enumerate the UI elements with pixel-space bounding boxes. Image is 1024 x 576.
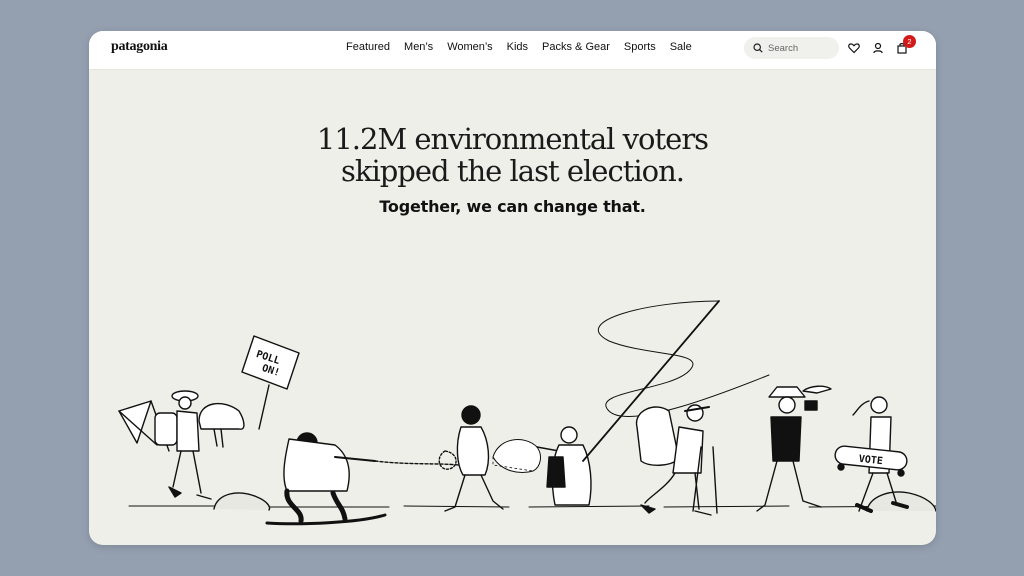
cart-count-badge: 2 [903, 35, 916, 48]
backpacker [635, 404, 718, 516]
search-icon [753, 43, 763, 53]
nav-kids[interactable]: Kids [507, 41, 528, 53]
account-icon[interactable] [871, 41, 885, 55]
patagonia-logo[interactable]: patagonia [111, 39, 168, 55]
top-navbar: patagonia Featured Men’s Women’s Kids Pa… [89, 31, 936, 70]
hero-subheadline: Together, we can change that. [379, 197, 646, 216]
rope [374, 460, 460, 466]
photographer [756, 385, 832, 512]
nav-mens[interactable]: Men’s [404, 41, 433, 53]
search-placeholder: Search [768, 42, 799, 54]
angler [492, 300, 770, 506]
rock-right [866, 491, 936, 512]
sign-holder: POLL ON! [241, 335, 387, 526]
hero-illustration: POLL ON! VOTE [118, 300, 936, 526]
nav-packs-gear[interactable]: Packs & Gear [542, 41, 610, 53]
search-input[interactable]: Search [744, 37, 839, 59]
nav-featured[interactable]: Featured [346, 41, 390, 53]
hiker-with-flag [118, 390, 245, 500]
main-nav: Featured Men’s Women’s Kids Packs & Gear… [346, 41, 706, 53]
nav-sale[interactable]: Sale [670, 41, 692, 53]
nav-womens[interactable]: Women’s [447, 41, 492, 53]
hero-headline-line2: skipped the last election. [341, 154, 685, 188]
heart-icon[interactable] [847, 41, 861, 55]
nav-sports[interactable]: Sports [624, 41, 656, 53]
hero-headline-line1: 11.2M environmental voters [316, 122, 709, 156]
rock-left [213, 492, 271, 511]
browser-window: patagonia Featured Men’s Women’s Kids Pa… [89, 31, 936, 545]
